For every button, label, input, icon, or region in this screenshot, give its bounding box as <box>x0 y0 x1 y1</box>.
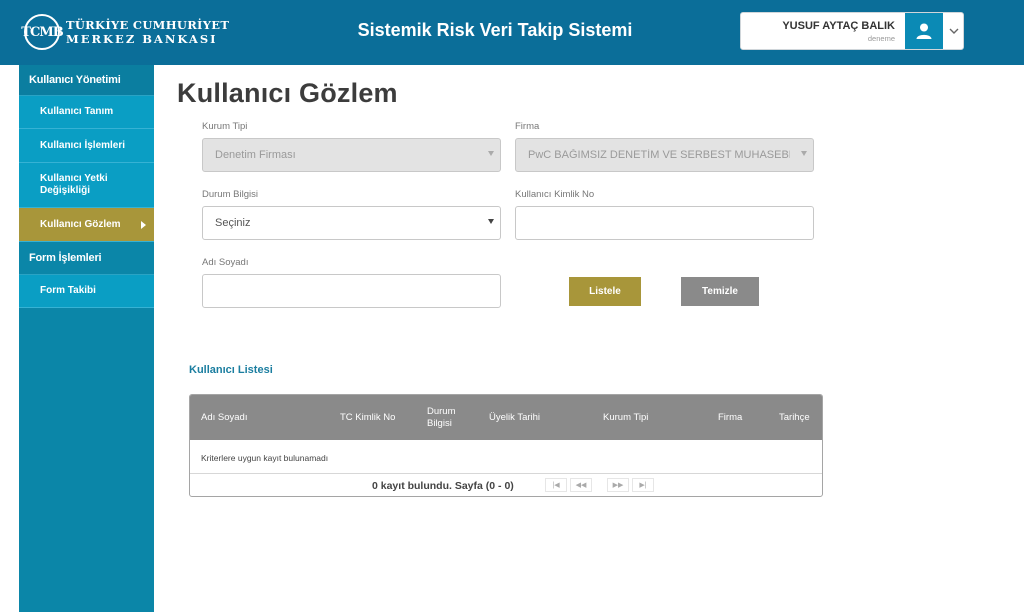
pager-status: 0 kayıt bulundu. Sayfa (0 - 0) <box>372 480 514 492</box>
sidebar-item-label: Kullanıcı Gözlem <box>40 218 121 230</box>
sidebar-item-kullanici-gozlem[interactable]: Kullanıcı Gözlem <box>19 208 154 242</box>
kurum-tipi-label: Kurum Tipi <box>202 121 248 132</box>
user-menu[interactable]: YUSUF AYTAÇ BALIK deneme <box>740 12 964 50</box>
top-header: TCMB TÜRKİYE CUMHURİYET MERKEZ BANKASI S… <box>0 0 1024 65</box>
column-durum-line-1: Durum <box>427 406 456 417</box>
kullanici-kimlik-no-input[interactable] <box>515 206 814 240</box>
column-adi-soyadi[interactable]: Adı Soyadı <box>201 412 247 424</box>
pager: 0 kayıt bulundu. Sayfa (0 - 0) |◀ ◀◀ ▶▶ … <box>190 473 822 496</box>
adi-soyadi-input[interactable] <box>202 274 501 308</box>
user-subtitle: deneme <box>867 34 895 43</box>
last-page-icon[interactable]: ▶| <box>632 478 654 492</box>
user-grid: Adı Soyadı TC Kimlik No Durum Bilgisi Üy… <box>189 394 823 497</box>
user-name: YUSUF AYTAÇ BALIK <box>782 20 895 32</box>
next-page-icon[interactable]: ▶▶ <box>607 478 629 492</box>
chevron-down-icon[interactable] <box>944 13 964 49</box>
sidebar: Kullanıcı Yönetimi Kullanıcı Tanım Kulla… <box>19 65 154 612</box>
sidebar-item-kullanici-yetki-degisikligi[interactable]: Kullanıcı Yetki Değişikliği <box>19 163 154 208</box>
durum-bilgisi-select[interactable]: Seçiniz <box>202 206 501 240</box>
user-icon[interactable] <box>905 13 943 49</box>
column-kurum-tipi[interactable]: Kurum Tipi <box>603 412 648 424</box>
empty-message: Kriterlere uygun kayıt bulunamadı <box>201 453 329 463</box>
dropdown-caret-icon <box>801 151 807 156</box>
kurum-tipi-select[interactable]: Denetim Firması <box>202 138 501 172</box>
kullanici-kimlik-no-label: Kullanıcı Kimlik No <box>515 189 595 200</box>
first-page-icon[interactable]: |◀ <box>545 478 567 492</box>
prev-page-icon[interactable]: ◀◀ <box>570 478 592 492</box>
sidebar-item-form-takibi[interactable]: Form Takibi <box>19 275 154 308</box>
adi-soyadi-label: Adı Soyadı <box>202 257 249 268</box>
caret-right-icon <box>141 220 146 229</box>
grid-header: Adı Soyadı TC Kimlik No Durum Bilgisi Üy… <box>190 395 822 440</box>
sidebar-item-kullanici-islemleri[interactable]: Kullanıcı İşlemleri <box>19 129 154 163</box>
dropdown-caret-icon <box>488 151 494 156</box>
durum-bilgisi-label: Durum Bilgisi <box>202 189 258 200</box>
firma-value: PwC BAĞIMSIZ DENETİM VE SERBEST MUHASEBE <box>528 149 790 161</box>
sidebar-item-kullanici-tanim[interactable]: Kullanıcı Tanım <box>19 96 154 129</box>
list-title: Kullanıcı Listesi <box>189 364 273 376</box>
durum-bilgisi-value: Seçiniz <box>215 217 251 229</box>
temizle-button[interactable]: Temizle <box>681 277 759 306</box>
firma-select[interactable]: PwC BAĞIMSIZ DENETİM VE SERBEST MUHASEBE <box>515 138 814 172</box>
listele-button[interactable]: Listele <box>569 277 641 306</box>
column-durum-line-2: Bilgisi <box>427 418 452 429</box>
column-uyelik-tarihi[interactable]: Üyelik Tarihi <box>489 412 540 424</box>
column-tc-kimlik-no[interactable]: TC Kimlik No <box>340 412 395 424</box>
column-durum-bilgisi[interactable]: Durum Bilgisi <box>427 406 456 430</box>
kurum-tipi-value: Denetim Firması <box>215 149 296 161</box>
sidebar-group-form-islemleri[interactable]: Form İşlemleri <box>19 242 154 275</box>
sidebar-group-kullanici-yonetimi[interactable]: Kullanıcı Yönetimi <box>19 65 154 96</box>
dropdown-caret-icon <box>488 219 494 224</box>
column-firma[interactable]: Firma <box>718 412 742 424</box>
firma-label: Firma <box>515 121 540 132</box>
page-title: Kullanıcı Gözlem <box>177 78 398 108</box>
column-tarihce[interactable]: Tarihçe <box>779 412 810 424</box>
